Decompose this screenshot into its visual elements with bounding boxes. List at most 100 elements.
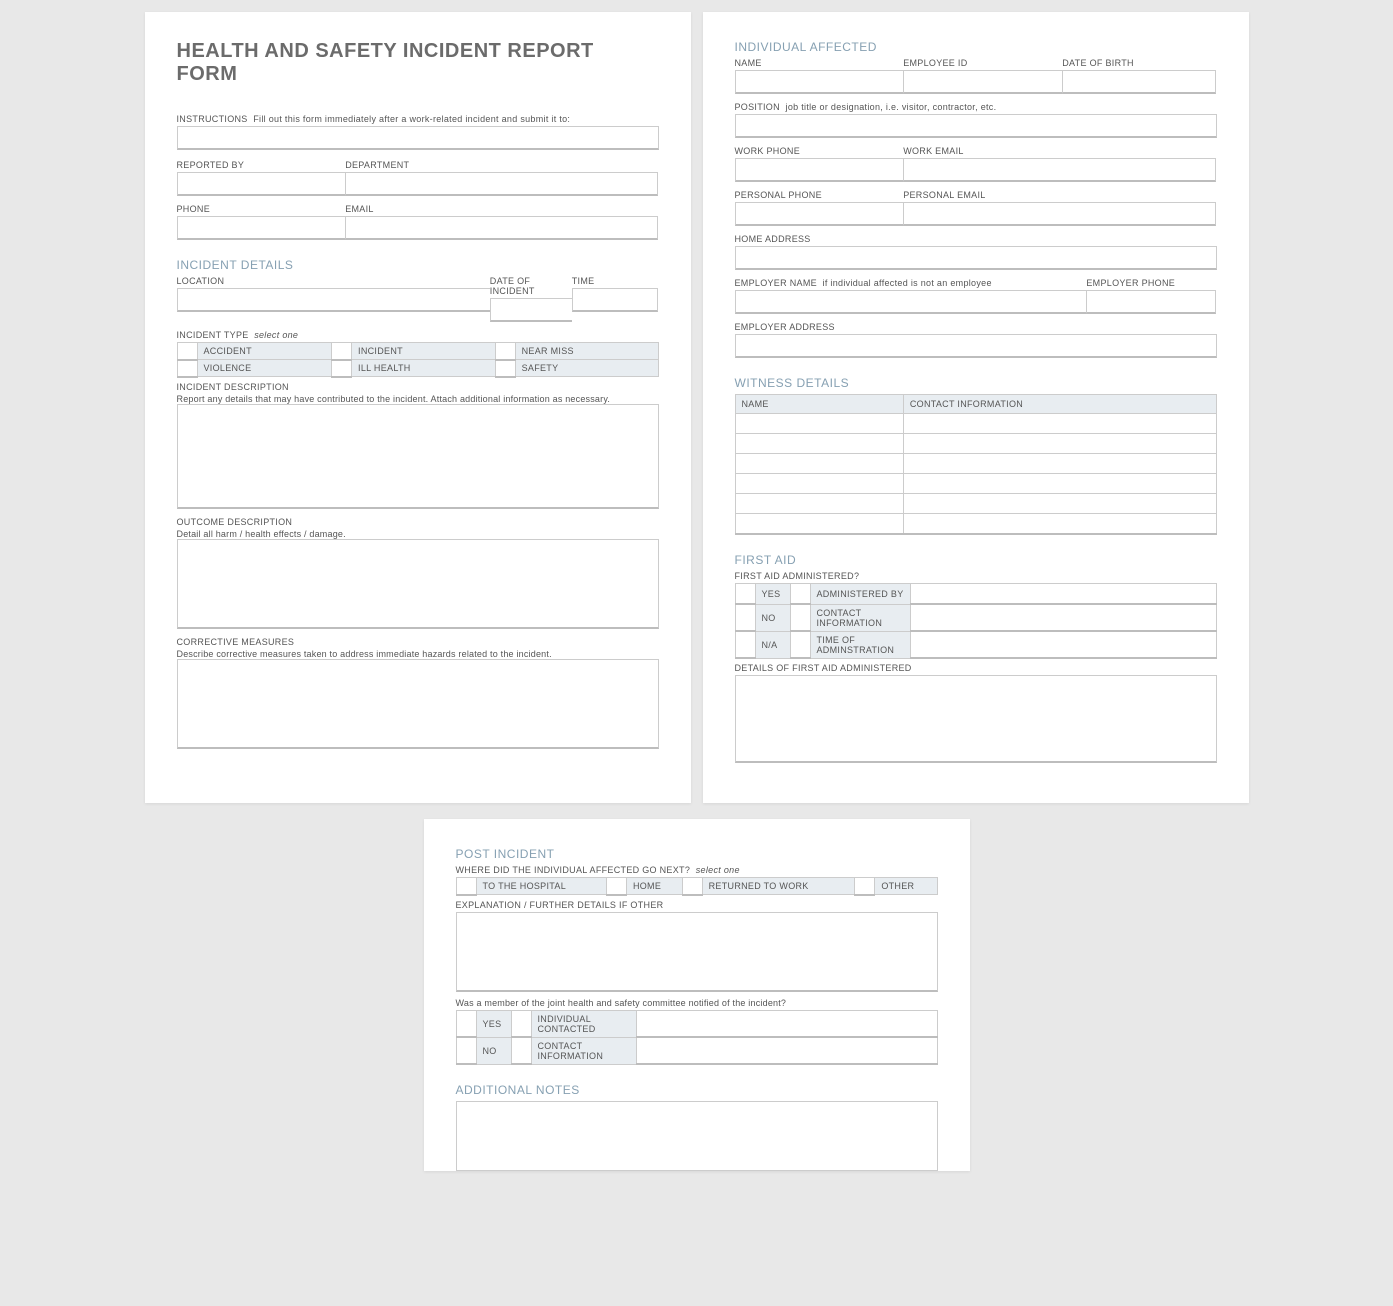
employer-address-input[interactable] <box>735 334 1217 358</box>
chk-ill-health[interactable] <box>332 360 352 377</box>
chk-fa-yes[interactable] <box>735 583 755 604</box>
witness-heading: WITNESS DETAILS <box>735 376 1217 390</box>
witness-col-contact: CONTACT INFORMATION <box>903 395 1216 414</box>
lbl-near-miss: NEAR MISS <box>515 343 658 360</box>
first-aid-heading: FIRST AID <box>735 553 1217 567</box>
work-phone-input[interactable] <box>735 158 904 182</box>
lbl-comm-no: NO <box>476 1037 511 1064</box>
chk-safety[interactable] <box>495 360 515 377</box>
employer-name-label: EMPLOYER NAME if individual affected is … <box>735 278 1087 288</box>
reported-by-input[interactable] <box>177 172 346 196</box>
dob-label: DATE OF BIRTH <box>1062 58 1216 68</box>
fa-details-input[interactable] <box>735 675 1217 763</box>
lbl-fa-contact: CONTACT INFORMATION <box>810 604 910 631</box>
witness-row <box>735 494 1216 514</box>
personal-phone-input[interactable] <box>735 202 904 226</box>
outcome-input[interactable] <box>177 539 659 629</box>
personal-email-input[interactable] <box>903 202 1216 226</box>
chk-comm-yes[interactable] <box>456 1010 476 1037</box>
instructions-input[interactable] <box>177 126 659 150</box>
lbl-comm-yes: YES <box>476 1010 511 1037</box>
incident-type-label: INCIDENT TYPE select one <box>177 330 659 340</box>
corrective-sub: Describe corrective measures taken to ad… <box>177 649 659 659</box>
phone-input[interactable] <box>177 216 346 240</box>
individual-heading: INDIVIDUAL AFFECTED <box>735 40 1217 54</box>
ind-name-label: NAME <box>735 58 904 68</box>
home-address-label: HOME ADDRESS <box>735 234 1217 244</box>
first-aid-q: FIRST AID ADMINISTERED? <box>735 571 1217 581</box>
position-label: POSITION job title or designation, i.e. … <box>735 102 1217 112</box>
lbl-fa-na: N/A <box>755 631 790 658</box>
time-input[interactable] <box>572 288 659 312</box>
incident-desc-label: INCIDENT DESCRIPTION <box>177 382 659 392</box>
notes-heading: ADDITIONAL NOTES <box>456 1083 938 1097</box>
lbl-comm-info: CONTACT INFORMATION <box>531 1037 636 1064</box>
incident-desc-input[interactable] <box>177 404 659 509</box>
admin-by-input[interactable] <box>910 583 1216 604</box>
date-label: DATE OF INCIDENT <box>490 276 572 296</box>
lbl-hospital: TO THE HOSPITAL <box>476 878 606 895</box>
personal-email-label: PERSONAL EMAIL <box>903 190 1216 200</box>
explain-input[interactable] <box>456 912 938 992</box>
employee-id-input[interactable] <box>903 70 1062 94</box>
employer-phone-label: EMPLOYER PHONE <box>1086 278 1216 288</box>
explain-label: EXPLANATION / FURTHER DETAILS IF OTHER <box>456 900 938 910</box>
lbl-fa-time: TIME OF ADMINSTRATION <box>810 631 910 658</box>
instructions-label: INSTRUCTIONS Fill out this form immediat… <box>177 114 659 124</box>
notes-input[interactable] <box>456 1101 938 1171</box>
home-address-input[interactable] <box>735 246 1217 270</box>
department-input[interactable] <box>345 172 658 196</box>
incident-details-heading: INCIDENT DETAILS <box>177 258 659 272</box>
witness-row <box>735 454 1216 474</box>
incident-desc-sub: Report any details that may have contrib… <box>177 394 659 404</box>
witness-row <box>735 514 1216 534</box>
ind-name-input[interactable] <box>735 70 904 94</box>
email-label: EMAIL <box>345 204 658 214</box>
reported-by-label: REPORTED BY <box>177 160 346 170</box>
lbl-safety: SAFETY <box>515 360 658 377</box>
where-label: WHERE DID THE INDIVIDUAL AFFECTED GO NEX… <box>456 865 938 875</box>
witness-row <box>735 434 1216 454</box>
phone-label: PHONE <box>177 204 346 214</box>
chk-violence[interactable] <box>177 360 197 377</box>
chk-returned[interactable] <box>682 878 702 895</box>
comm-contacted-input[interactable] <box>636 1010 937 1037</box>
form-title: HEALTH AND SAFETY INCIDENT REPORT FORM <box>177 40 659 86</box>
employer-name-input[interactable] <box>735 290 1087 314</box>
date-input[interactable] <box>490 298 572 322</box>
comm-info-input[interactable] <box>636 1037 937 1064</box>
lbl-admin-by: ADMINISTERED BY <box>810 583 910 604</box>
witness-col-name: NAME <box>735 395 903 414</box>
lbl-ill-health: ILL HEALTH <box>352 360 496 377</box>
committee-grid: YES INDIVIDUAL CONTACTED NO CONTACT INFO… <box>456 1010 938 1066</box>
chk-other[interactable] <box>855 878 875 895</box>
lbl-fa-yes: YES <box>755 583 790 604</box>
email-input[interactable] <box>345 216 658 240</box>
chk-comm-no[interactable] <box>456 1037 476 1064</box>
location-input[interactable] <box>177 288 490 312</box>
lbl-home: HOME <box>626 878 682 895</box>
chk-incident[interactable] <box>332 343 352 360</box>
location-label: LOCATION <box>177 276 490 286</box>
chk-near-miss[interactable] <box>495 343 515 360</box>
work-email-input[interactable] <box>903 158 1216 182</box>
fa-details-label: DETAILS OF FIRST AID ADMINISTERED <box>735 663 1217 673</box>
employer-phone-input[interactable] <box>1086 290 1216 314</box>
fa-contact-input[interactable] <box>910 604 1216 631</box>
chk-accident[interactable] <box>177 343 197 360</box>
chk-hospital[interactable] <box>456 878 476 895</box>
time-label: TIME <box>572 276 659 286</box>
chk-fa-na[interactable] <box>735 631 755 658</box>
committee-q: Was a member of the joint health and saf… <box>456 998 938 1008</box>
corrective-label: CORRECTIVE MEASURES <box>177 637 659 647</box>
lbl-fa-no: NO <box>755 604 790 631</box>
corrective-input[interactable] <box>177 659 659 749</box>
fa-time-input[interactable] <box>910 631 1216 658</box>
page-1: HEALTH AND SAFETY INCIDENT REPORT FORM I… <box>145 12 691 803</box>
work-phone-label: WORK PHONE <box>735 146 904 156</box>
chk-fa-no[interactable] <box>735 604 755 631</box>
position-input[interactable] <box>735 114 1217 138</box>
dob-input[interactable] <box>1062 70 1216 94</box>
lbl-violence: VIOLENCE <box>197 360 332 377</box>
chk-home[interactable] <box>606 878 626 895</box>
